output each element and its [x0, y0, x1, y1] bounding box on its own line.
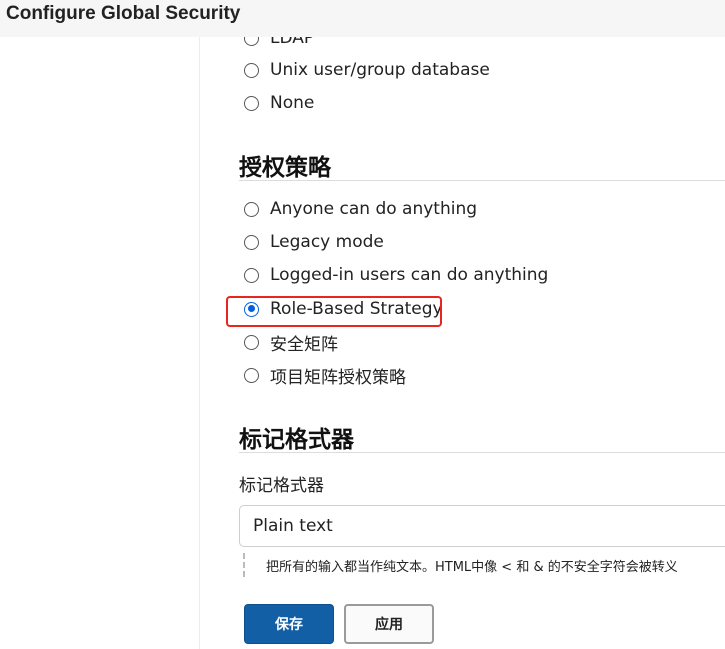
radio-option-logged-in-users[interactable]: Logged-in users can do anything — [244, 263, 548, 287]
save-button[interactable]: 保存 — [244, 604, 334, 644]
scroll-clip: LDAP — [0, 37, 725, 49]
markup-formatter-select[interactable]: Plain text — [239, 505, 725, 547]
radio-label: Unix user/group database — [270, 60, 490, 80]
radio-button[interactable] — [244, 367, 259, 383]
radio-label: Logged-in users can do anything — [270, 265, 549, 285]
radio-button[interactable] — [244, 95, 259, 111]
select-value: Plain text — [253, 516, 333, 536]
help-text: 把所有的输入都当作纯文本。HTML中像 < 和 & 的不安全字符会被转义 — [266, 560, 678, 575]
radio-option-project-matrix[interactable]: 项目矩阵授权策略 — [244, 363, 406, 388]
radio-label: LDAP — [270, 37, 315, 48]
radio-label: Legacy mode — [270, 232, 384, 252]
markup-formatter-field-label: 标记格式器 — [239, 476, 324, 496]
radio-button[interactable] — [244, 234, 259, 250]
highlight-annotation-box — [226, 296, 442, 327]
radio-label: 安全矩阵 — [270, 334, 338, 355]
radio-option-unix-user-group[interactable]: Unix user/group database — [244, 58, 490, 82]
radio-option-ldap[interactable]: LDAP — [244, 37, 314, 49]
page-title: Configure Global Security — [6, 3, 241, 24]
markup-formatter-section-title: 标记格式器 — [239, 427, 354, 453]
section-divider — [239, 452, 725, 453]
radio-label: Anyone can do anything — [270, 199, 478, 219]
section-divider — [239, 180, 725, 181]
radio-option-legacy-mode[interactable]: Legacy mode — [244, 230, 384, 254]
radio-option-anyone[interactable]: Anyone can do anything — [244, 197, 477, 221]
radio-button[interactable] — [244, 334, 259, 350]
apply-button[interactable]: 应用 — [344, 604, 434, 644]
help-dashed-bar — [243, 553, 245, 577]
radio-option-security-matrix[interactable]: 安全矩阵 — [244, 330, 338, 355]
top-bar: Configure Global Security — [0, 0, 725, 37]
radio-label: None — [270, 93, 315, 113]
radio-button[interactable] — [244, 267, 259, 283]
radio-button[interactable] — [244, 62, 259, 78]
radio-label: 项目矩阵授权策略 — [270, 367, 406, 388]
radio-button[interactable] — [244, 37, 259, 46]
authorization-section-title: 授权策略 — [239, 155, 331, 181]
radio-option-none[interactable]: None — [244, 91, 314, 115]
sidebar-divider — [199, 37, 200, 649]
radio-button[interactable] — [244, 201, 259, 217]
